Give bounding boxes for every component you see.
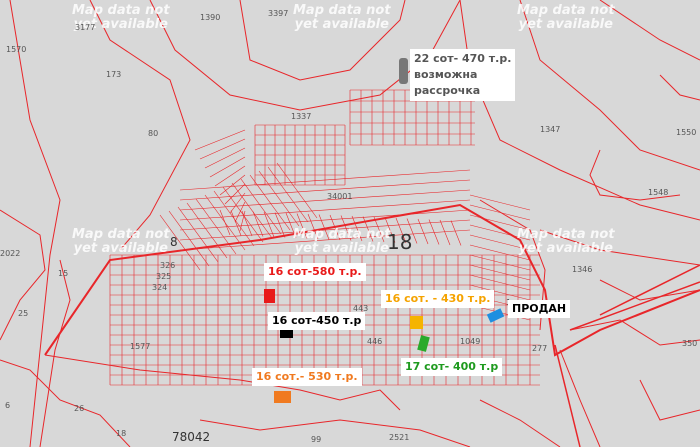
lot-number: 324	[152, 283, 168, 292]
listing-label[interactable]: 16 сот-580 т.р.	[264, 263, 366, 281]
watermark: Map data not yet available	[72, 227, 170, 256]
lot-number: 1577	[130, 342, 151, 351]
watermark: Map data not yet available	[293, 227, 391, 256]
lot-number: 6	[5, 401, 11, 410]
cadastral-map[interactable]: Map data not yet available Map data not ye…	[0, 0, 700, 447]
lot-number: 26	[74, 404, 85, 413]
lot-number: 325	[156, 272, 172, 281]
lot-number: 2521	[389, 433, 410, 442]
listing-label[interactable]: 17 сот- 400 т.р	[401, 358, 503, 376]
watermark: Map data not yet available	[293, 3, 391, 32]
listing-marker[interactable]	[274, 391, 291, 403]
lot-number: 3397	[268, 9, 289, 18]
lot-number: 34001	[327, 192, 353, 201]
listing-marker[interactable]	[399, 58, 408, 84]
watermark: Map data not yet available	[517, 3, 615, 32]
lot-number: 277	[532, 344, 548, 353]
lot-number: 1570	[6, 45, 27, 54]
lot-number: 15	[58, 269, 69, 278]
lot-number: 1390	[200, 13, 221, 22]
lot-number: 8	[170, 235, 178, 249]
lot-number: 1346	[572, 265, 593, 274]
listing-label[interactable]: 16 сот. - 430 т.р.	[381, 290, 495, 308]
listing-label[interactable]: 16 сот-450 т.р	[268, 312, 366, 330]
listing-label[interactable]: ПРОДАН	[508, 300, 571, 318]
lot-number: 2022	[0, 249, 21, 258]
listing-label[interactable]: 22 сот- 470 т.р. возможна рассрочка	[410, 49, 516, 101]
lot-number: 1049	[460, 337, 481, 346]
listing-label[interactable]: 16 сот.- 530 т.р.	[252, 368, 362, 386]
watermark: Map data not yet available	[517, 227, 615, 256]
lot-number: 18	[116, 429, 127, 438]
lot-number: 80	[148, 129, 159, 138]
lot-number: 1337	[291, 112, 312, 121]
lot-number: 1347	[540, 125, 561, 134]
lot-number: 3177	[75, 23, 96, 32]
lot-number: 99	[311, 435, 322, 444]
lot-number: 173	[106, 70, 122, 79]
lot-number: 446	[367, 337, 383, 346]
lot-number: 1548	[648, 188, 669, 197]
listing-marker[interactable]	[264, 289, 275, 303]
lot-number: 78042	[172, 430, 211, 444]
lot-number: 326	[160, 261, 176, 270]
lot-number: 1550	[676, 128, 697, 137]
listing-marker[interactable]	[410, 316, 423, 329]
lot-number: 18	[387, 230, 413, 254]
lot-number: 350	[682, 339, 698, 348]
lot-number: 25	[18, 309, 29, 318]
